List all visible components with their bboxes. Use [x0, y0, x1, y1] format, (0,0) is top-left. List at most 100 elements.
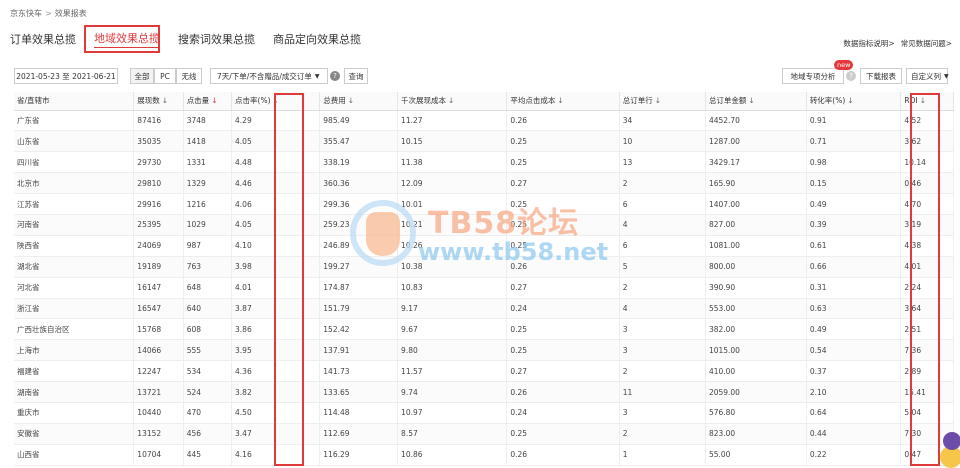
table-cell: 2: [619, 277, 706, 299]
table-cell: 0.39: [806, 214, 902, 236]
table-cell: 11.38: [397, 151, 508, 174]
table-cell: 0.63: [806, 298, 902, 320]
table-cell: 8.57: [397, 423, 508, 445]
date-range-picker[interactable]: 2021-05-23 至 2021-06-21: [14, 68, 118, 84]
table-cell: 4.38: [900, 235, 954, 257]
table-cell: 355.47: [319, 130, 399, 153]
table-cell: 10.14: [900, 151, 954, 174]
table-cell: 0.26: [506, 110, 620, 132]
sort-down-icon[interactable]: ↓: [655, 96, 661, 105]
header-impressions[interactable]: 展现数 ↓: [133, 92, 184, 111]
table-cell: 湖南省: [14, 381, 135, 403]
table-cell: 640: [183, 298, 233, 320]
sort-down-icon[interactable]: ↓: [847, 96, 853, 105]
table-cell: 15.41: [900, 381, 954, 403]
table-cell: 360.36: [319, 172, 399, 195]
sort-down-icon[interactable]: ↓: [920, 96, 926, 105]
tab-highlight-box: [84, 25, 160, 53]
new-badge: new: [834, 60, 854, 70]
header-clicks[interactable]: 点击量 ↓: [183, 92, 233, 111]
table-cell: 2: [619, 360, 706, 383]
table-header-row: 省/直辖市 展现数 ↓ 点击量 ↓ 点击率(%) ↓ 总费用 ↓ 千次展现成本 ↓ 平均点…: [14, 92, 954, 111]
help-icon[interactable]: ?: [330, 71, 340, 81]
header-order-amount[interactable]: 总订单金额 ↓: [705, 92, 807, 111]
chevron-down-icon: ▼: [944, 72, 949, 80]
custom-columns-select[interactable]: 自定义列 ▼: [906, 68, 949, 84]
sort-down-icon[interactable]: ↓: [557, 96, 563, 105]
sort-down-icon[interactable]: ↓: [162, 96, 168, 105]
table-cell: 608: [183, 318, 233, 341]
device-pc-button[interactable]: PC: [154, 68, 176, 84]
table-cell: 10.15: [397, 130, 508, 153]
attribution-select-value: 7天/下单/不含赠品/成交订单: [217, 71, 312, 81]
report-tabs: 订单效果总揽 地域效果总揽 搜索词效果总揽 商品定向效果总揽: [10, 28, 379, 50]
table-cell: 10.26: [397, 235, 508, 257]
header-cpm[interactable]: 千次展现成本 ↓: [397, 92, 508, 111]
tab-order-overview[interactable]: 订单效果总揽: [10, 31, 76, 47]
help-icon[interactable]: ?: [846, 71, 856, 81]
metrics-help-link[interactable]: 数据指标说明>: [843, 38, 894, 49]
table-cell: 987: [183, 235, 233, 257]
attribution-select[interactable]: 7天/下单/不含赠品/成交订单 ▼: [210, 68, 328, 84]
table-cell: 10704: [133, 444, 184, 466]
table-cell: 382.00: [705, 318, 807, 341]
header-ctr[interactable]: 点击率(%) ↓: [231, 92, 321, 111]
table-row: 北京市 29810 1329 4.46 360.36 12.09 0.27 2 165.90 0.…: [14, 172, 954, 195]
table-cell: 4.16: [231, 444, 321, 466]
tab-keyword-overview[interactable]: 搜索词效果总揽: [178, 31, 255, 47]
sort-down-icon[interactable]: ↓: [348, 96, 354, 105]
table-cell: 0.64: [806, 402, 902, 424]
mascot-icon: [940, 430, 960, 468]
header-roi[interactable]: ROI ↓: [900, 92, 954, 111]
device-wireless-button[interactable]: 无线: [176, 68, 202, 84]
table-cell: 0.98: [806, 151, 902, 174]
table-cell: 827.00: [705, 214, 807, 236]
header-conversion-rate[interactable]: 转化率(%) ↓: [806, 92, 902, 111]
table-cell: 山西省: [14, 444, 135, 466]
sort-down-icon[interactable]: ↓: [748, 96, 754, 105]
table-cell: 11: [619, 381, 706, 403]
table-cell: 3.87: [231, 298, 321, 320]
table-cell: 14066: [133, 339, 184, 362]
sort-down-icon[interactable]: ↓: [211, 96, 217, 105]
region-analysis-button[interactable]: 地域专项分析: [782, 68, 844, 84]
table-cell: 0.25: [506, 214, 620, 236]
table-cell: 16147: [133, 277, 184, 299]
table-cell: 0.61: [806, 235, 902, 257]
table-cell: 2.24: [900, 277, 954, 299]
query-button[interactable]: 查询: [344, 68, 368, 84]
breadcrumb-item[interactable]: 京东快车: [10, 9, 42, 18]
device-all-button[interactable]: 全部: [130, 68, 154, 84]
header-province: 省/直辖市: [14, 92, 135, 111]
sort-down-icon[interactable]: ↓: [448, 96, 454, 105]
table-cell: 3429.17: [705, 151, 807, 174]
header-total-cost[interactable]: 总费用 ↓: [319, 92, 399, 111]
sort-down-icon[interactable]: ↓: [273, 96, 279, 105]
table-cell: 199.27: [319, 256, 399, 278]
table-cell: 4.70: [900, 193, 954, 215]
table-cell: 141.73: [319, 360, 399, 383]
download-report-button[interactable]: 下载报表: [860, 68, 902, 84]
table-row: 四川省 29730 1331 4.48 338.19 11.38 0.25 13 3429.17…: [14, 151, 954, 174]
table-cell: 0.25: [506, 339, 620, 362]
table-cell: 13: [619, 151, 706, 174]
faq-link[interactable]: 常见数据问题>: [901, 38, 952, 49]
table-cell: 4.01: [231, 277, 321, 299]
tab-product-targeting-overview[interactable]: 商品定向效果总揽: [273, 31, 361, 47]
table-cell: 9.17: [397, 298, 508, 320]
table-cell: 3: [619, 318, 706, 341]
table-cell: 3.47: [231, 423, 321, 445]
header-order-lines[interactable]: 总订单行 ↓: [619, 92, 706, 111]
table-cell: 1418: [183, 130, 233, 153]
header-cpc[interactable]: 平均点击成本 ↓: [506, 92, 620, 111]
table-cell: 0.26: [506, 381, 620, 403]
table-cell: 上海市: [14, 339, 135, 362]
table-cell: 4.29: [231, 110, 321, 132]
table-cell: 0.24: [506, 402, 620, 424]
table-cell: 4: [619, 298, 706, 320]
table-cell: 10.86: [397, 444, 508, 466]
table-row: 安徽省 13152 456 3.47 112.69 8.57 0.25 2 823.00 0.44…: [14, 423, 954, 445]
table-cell: 29730: [133, 151, 184, 174]
table-cell: 576.80: [705, 402, 807, 424]
table-cell: 1216: [183, 193, 233, 215]
